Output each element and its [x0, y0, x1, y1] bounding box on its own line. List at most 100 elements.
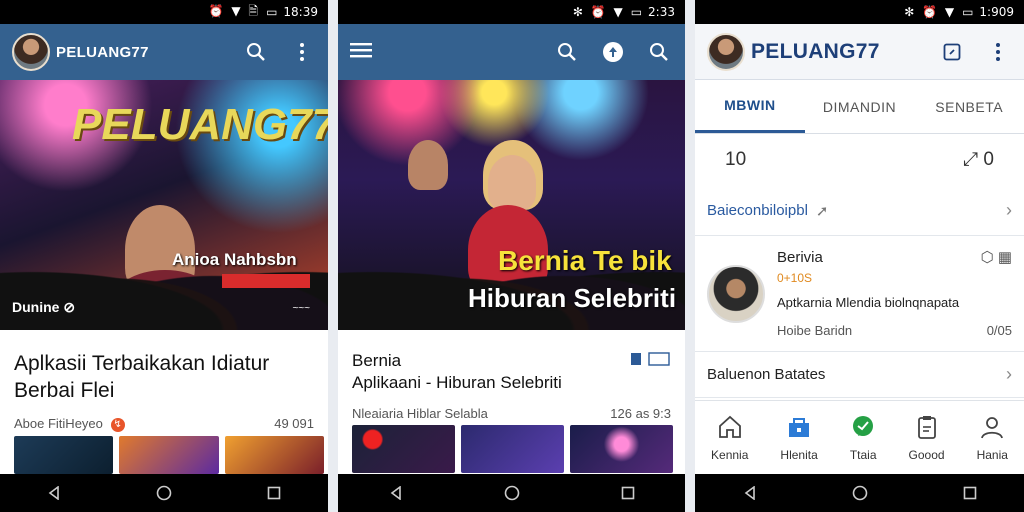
home-icon — [718, 415, 741, 438]
app-bar: PELUANG77 — [0, 24, 328, 80]
upload-icon[interactable] — [599, 38, 627, 66]
chevron-right-icon: › — [1006, 200, 1012, 220]
thumbnail[interactable] — [119, 436, 219, 474]
hero-subheadline: Hiburan Selebriti — [468, 283, 677, 313]
home-circle-icon[interactable] — [156, 485, 172, 501]
thumbnail-strip — [352, 425, 673, 473]
profile-actions-icon[interactable]: ⬡ ▦ — [981, 249, 1012, 267]
tab-bar: MBWIN DIMANDIN SENBETA — [695, 80, 1024, 134]
bottom-nav-clipboard[interactable]: Goood — [909, 414, 945, 462]
person-icon — [981, 416, 1004, 438]
list-item[interactable]: Baieconbiloipbl ➚ › — [695, 186, 1024, 236]
home-circle-icon[interactable] — [504, 485, 520, 501]
article-source: Nleaiaria Hiblar Selabla — [352, 406, 488, 421]
thumbnail[interactable] — [14, 436, 114, 474]
home-circle-icon[interactable] — [852, 485, 868, 501]
system-nav-bar — [338, 474, 685, 512]
profile-body: Berivia ⬡ ▦ 0+10S Aptkarnia Mlendia biol… — [777, 249, 1012, 339]
list-item-label: Baluenon Batates — [707, 366, 826, 383]
profile-sub: 0+10S — [777, 270, 813, 285]
tab-dimandin[interactable]: DIMANDIN — [805, 80, 915, 133]
article-content: Bernia Aplikaani - Hiburan Selebriti Nle… — [338, 330, 685, 421]
app-title: PELUANG77 — [751, 39, 880, 63]
bottom-nav-label: Kennia — [711, 447, 749, 462]
article-time: 126 as 9:3 — [610, 406, 671, 421]
list-item-label: Baieconbiloipbl — [707, 202, 808, 219]
avatar[interactable] — [707, 32, 745, 71]
bottom-nav-profile[interactable]: Hania — [977, 414, 1008, 462]
phone-screen-2: ✻ ⏰ ▼ ▭ 2:33 Bernia Te bik Hiburan Seleb… — [338, 0, 685, 512]
bottom-nav-store[interactable]: Hlenita — [780, 414, 818, 462]
profile-avatar — [707, 264, 765, 323]
battery-icon: ▭ — [962, 5, 974, 19]
article-title-line1[interactable]: Bernia — [352, 350, 631, 372]
tab-senbeta[interactable]: SENBETA — [914, 80, 1024, 133]
article-title-line2[interactable]: Berbai Flei — [14, 377, 314, 404]
avatar[interactable] — [12, 33, 50, 71]
hero-red-strip — [222, 274, 310, 288]
article-author: Aboe FitiHeyeo — [14, 416, 103, 431]
search-icon[interactable] — [553, 38, 581, 66]
bottom-nav-chat[interactable]: Ttaia — [850, 414, 877, 462]
battery-icon: ▭ — [266, 5, 278, 19]
hero-banner[interactable]: PELUANG77 Anioa Nahbsbn Dunine ⊘ ~~~ — [0, 80, 328, 330]
article-meta: Aboe FitiHeyeo ↯ 49 091 — [14, 416, 314, 432]
clipboard-icon — [917, 415, 936, 439]
menu-icon[interactable] — [350, 42, 372, 63]
bottom-nav-label: Hlenita — [780, 447, 818, 462]
profile-desc: Aptkarnia Mlendia biolnqnapata — [777, 295, 960, 311]
app-bar — [338, 24, 685, 80]
search-icon[interactable] — [242, 38, 270, 66]
article-title-line2[interactable]: Aplikaani - Hiburan Selebriti — [352, 372, 631, 394]
profile-foot-right: 0/05 — [986, 322, 1012, 338]
thumbnail-strip — [14, 436, 324, 474]
article-meta: Nleaiaria Hiblar Selabla 126 as 9:3 — [352, 406, 671, 421]
recents-icon[interactable] — [621, 486, 635, 500]
more-vert-icon[interactable] — [984, 38, 1012, 66]
bottom-nav-label: Ttaia — [849, 447, 877, 462]
battery-icon: ▭ — [630, 5, 643, 19]
status-icons: ✻ ⏰ ▼ — [904, 5, 957, 19]
hero-caption-left: Dunine ⊘ — [12, 299, 76, 315]
recents-icon[interactable] — [267, 486, 281, 500]
bottom-nav-label: Goood — [908, 447, 945, 462]
article-content: Aplkasii Terbaikakan Idiatur Berbai Flei… — [0, 330, 328, 432]
hero-banner[interactable]: Bernia Te bik Hiburan Selebriti — [338, 80, 685, 330]
status-bar: ✻ ⏰ ▼ ▭ 2:33 — [338, 0, 685, 24]
list-item[interactable]: Baluenon Batates › — [695, 352, 1024, 398]
back-icon[interactable] — [47, 486, 61, 500]
recents-icon[interactable] — [963, 486, 977, 500]
hero-banner-text: Anioa Nahbsbn — [172, 250, 297, 269]
search-secondary-icon[interactable] — [645, 38, 673, 66]
article-title: Bernia Aplikaani - Hiburan Selebriti — [352, 350, 631, 394]
bookmark-icon[interactable] — [631, 352, 671, 371]
app-title: PELUANG77 — [56, 43, 149, 61]
more-vert-icon[interactable] — [288, 38, 316, 66]
article-views: 49 091 — [274, 416, 314, 432]
profile-footer: Hoibe Baridn 0/05 — [777, 323, 1012, 339]
screenshot-composite: ⏰ ▼ 🗎 ▭ 18:39 PELUANG77 PELUANG77 Anioa … — [0, 0, 1024, 512]
thumbnail[interactable] — [352, 425, 455, 473]
article-title-line1[interactable]: Aplkasii Terbaikakan Idiatur — [14, 350, 314, 377]
hero-singer-face — [488, 155, 536, 210]
status-time: 2:33 — [648, 5, 675, 19]
tab-mbwin[interactable]: MBWIN — [695, 80, 805, 133]
thumbnail[interactable] — [224, 436, 324, 474]
stats-row: 10 ⤢ 0 — [695, 134, 1024, 186]
bottom-nav-home[interactable]: Kennia — [711, 414, 748, 462]
edit-icon[interactable] — [938, 38, 966, 66]
status-bar: ⏰ ▼ 🗎 ▭ 18:39 — [0, 0, 328, 24]
back-icon[interactable] — [389, 486, 403, 500]
stat-share: ⤢ 0 — [962, 149, 994, 170]
thumbnail[interactable] — [461, 425, 564, 473]
status-time: 18:39 — [283, 5, 318, 19]
back-icon[interactable] — [743, 486, 757, 500]
store-icon — [789, 417, 810, 437]
thumbnail[interactable] — [570, 425, 673, 473]
phone-screen-3: ✻ ⏰ ▼ ▭ 1:909 PELUANG77 MBWIN DIMANDIN S… — [695, 0, 1024, 512]
bottom-nav: Kennia Hlenita Ttaia Goood Hania — [695, 400, 1024, 474]
profile-card[interactable]: Berivia ⬡ ▦ 0+10S Aptkarnia Mlendia biol… — [695, 236, 1024, 352]
system-nav-bar — [695, 474, 1024, 512]
pin-icon: ➚ — [815, 202, 829, 220]
profile-foot: Hoibe Baridn — [777, 322, 853, 338]
